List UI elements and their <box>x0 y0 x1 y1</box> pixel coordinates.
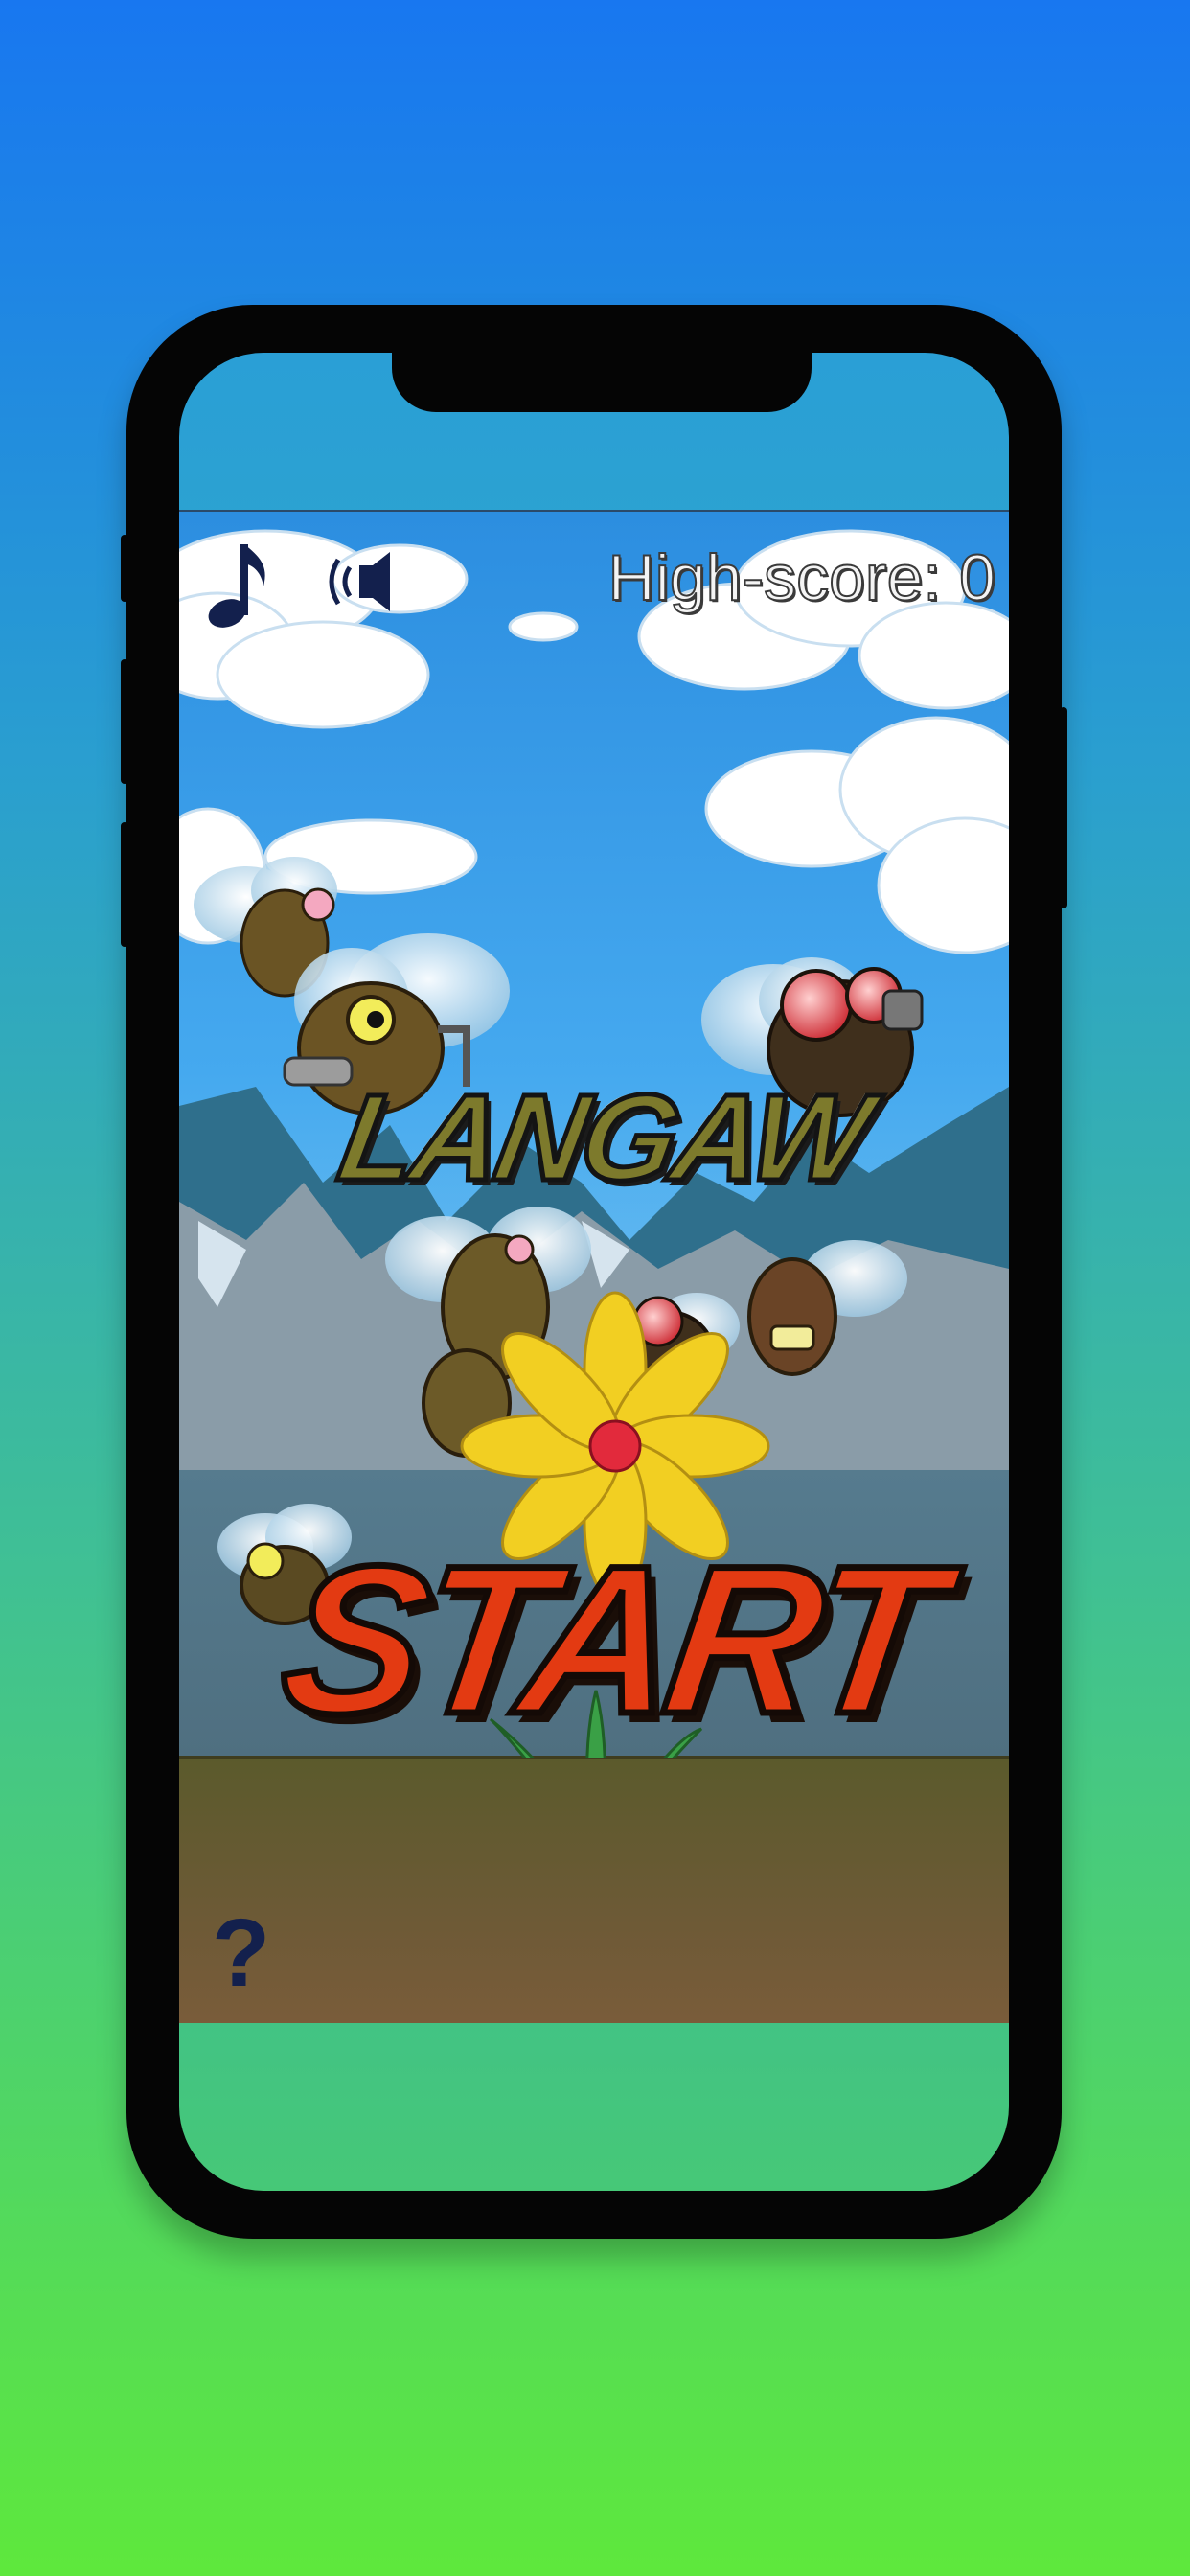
ground <box>179 1756 1009 2023</box>
game-view[interactable]: High-score: 0 LANGAW START ? <box>179 510 1009 2023</box>
fly-6 <box>747 1240 907 1376</box>
start-button[interactable]: START <box>266 1519 951 1761</box>
phone-screen: High-score: 0 LANGAW START ? <box>179 353 1009 2191</box>
side-button-silent <box>121 535 128 602</box>
side-button-volume-up <box>121 659 128 784</box>
help-label: ? <box>212 1901 270 1997</box>
side-button-volume-down <box>121 822 128 947</box>
help-icon[interactable]: ? <box>206 1899 283 2007</box>
notch <box>392 353 812 412</box>
game-logo: LANGAW <box>328 1068 879 1209</box>
start-label: START <box>266 1519 951 1761</box>
side-button-power <box>1060 707 1067 908</box>
phone-frame: High-score: 0 LANGAW START ? <box>121 305 1067 2239</box>
